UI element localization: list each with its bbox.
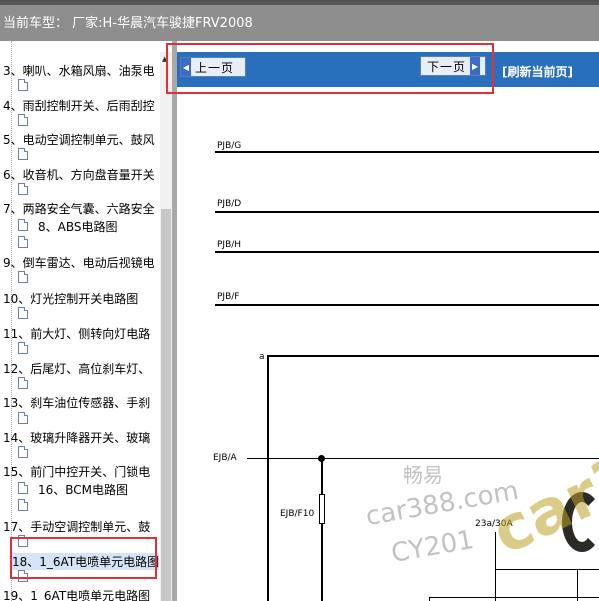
document-icon xyxy=(18,446,28,458)
tree-guide-line xyxy=(11,41,12,601)
header-strip xyxy=(0,0,599,5)
tree-item[interactable]: 6、收音机、方向盘音量开关 xyxy=(3,166,155,183)
tree-item[interactable]: 5、电动空调控制单元、鼓风 xyxy=(3,131,155,148)
document-icon xyxy=(18,342,28,354)
highlight-box-toolbar xyxy=(166,43,494,94)
fuse-label: EJB/F10 xyxy=(280,509,315,519)
bus-label: PJB/G xyxy=(217,141,242,151)
tree-item[interactable]: 15、前门中控开关、门锁电 xyxy=(3,463,150,480)
tree-item[interactable]: 17、手动空调控制单元、鼓 xyxy=(3,518,150,535)
fuse-symbol xyxy=(319,494,325,524)
vertical-wire xyxy=(495,532,496,601)
node-label: a xyxy=(259,352,265,362)
tree-item[interactable]: 9、倒车雷达、电动后视镜电 xyxy=(3,254,155,271)
watermark-text: 畅易 xyxy=(403,463,443,487)
vertical-wire xyxy=(267,355,269,601)
bus-label: PJB/F xyxy=(217,292,240,302)
document-icon xyxy=(18,219,28,231)
bus-line xyxy=(215,304,599,306)
vertical-wire xyxy=(321,458,323,601)
bus-line xyxy=(215,251,599,253)
bus-label: PJB/H xyxy=(217,240,242,250)
bus-line xyxy=(495,569,599,570)
tree-item[interactable]: 13、刹车油位传感器、手刹 xyxy=(3,394,150,411)
header-bar: 当前车型： 厂家:H-华晨汽车骏捷FRV2008 xyxy=(0,0,599,41)
watermark-text: CY201 xyxy=(389,525,477,569)
document-icon xyxy=(18,114,28,126)
refresh-link[interactable]: [刷新当前页] xyxy=(502,63,573,80)
bus-label: EJB/A xyxy=(213,453,237,463)
document-icon xyxy=(18,499,28,511)
bus-line xyxy=(429,597,599,598)
document-icon xyxy=(18,183,28,195)
tree-item[interactable]: 19、1_6AT电喷单元电路图 xyxy=(3,587,150,601)
document-icon xyxy=(18,79,28,91)
document-icon xyxy=(18,377,28,389)
document-icon xyxy=(18,271,28,283)
document-icon xyxy=(18,148,28,160)
tree-item[interactable]: 11、前大灯、侧转向灯电路 xyxy=(3,325,150,342)
scroll-thumb[interactable] xyxy=(161,209,171,601)
tree-item[interactable]: 12、后尾灯、高位刹车灯、 xyxy=(3,360,150,377)
circuit-tree: 3、喇叭、水箱风扇、油泵电 4、雨刮控制开关、后雨刮控 5、电动空调控制单元、鼓… xyxy=(0,41,160,601)
document-icon xyxy=(18,236,28,248)
bus-line xyxy=(215,211,599,213)
tree-item[interactable]: 8、ABS电路图 xyxy=(38,218,117,235)
tree-item[interactable]: 7、两路安全气囊、六路安全 xyxy=(3,200,155,217)
document-icon xyxy=(18,412,28,424)
tree-item[interactable]: 3、喇叭、水箱风扇、油泵电 xyxy=(3,62,155,79)
vertical-wire xyxy=(577,569,578,601)
highlight-box-selected xyxy=(10,537,157,579)
tree-item[interactable]: 14、玻璃升降器开关、玻璃 xyxy=(3,429,150,446)
tree-item[interactable]: 10、灯光控制开关电路图 xyxy=(3,290,138,307)
tree-item[interactable]: 16、BCM电路图 xyxy=(38,481,128,498)
document-icon xyxy=(18,307,28,319)
tree-scrollbar[interactable]: ▲ xyxy=(160,52,172,601)
document-icon xyxy=(18,482,28,494)
junction-dot xyxy=(318,455,325,462)
vehicle-title: 当前车型： 厂家:H-华晨汽车骏捷FRV2008 xyxy=(3,16,253,31)
vertical-wire xyxy=(429,597,430,601)
wiring-diagram: PJB/G PJB/D PJB/H PJB/F a EJB/A EJB/F10 … xyxy=(177,87,599,601)
bus-line xyxy=(215,151,599,153)
bus-label: PJB/D xyxy=(217,199,242,209)
tree-item[interactable]: 4、雨刮控制开关、后雨刮控 xyxy=(3,97,155,114)
bus-line xyxy=(267,355,599,357)
